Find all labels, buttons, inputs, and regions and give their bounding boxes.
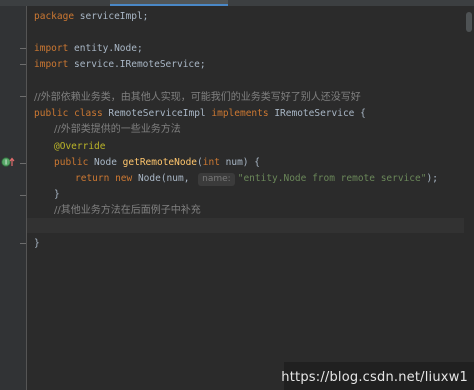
- code-text: num) {: [219, 157, 260, 168]
- vertical-scrollbar[interactable]: [466, 12, 472, 32]
- code-line-class-declaration: public class RemoteServiceImpl implement…: [34, 106, 366, 122]
- keyword: class: [74, 108, 103, 119]
- comment: //其他业务方法在后面例子中补充: [54, 205, 201, 216]
- keyword: public: [54, 157, 89, 168]
- keyword: return: [75, 173, 110, 184]
- interface-name: IRemoteService {: [274, 108, 366, 119]
- code-text: Node(num,: [132, 173, 196, 184]
- keyword: implements: [211, 108, 269, 119]
- vertical-scrollbar-track[interactable]: [464, 6, 474, 390]
- comment: //外部类提供的一些业务方法: [54, 124, 181, 135]
- keyword: import: [34, 59, 69, 70]
- code-line-import: import service.IRemoteService;: [34, 57, 206, 73]
- code-line-annotation: @Override: [54, 139, 105, 155]
- code-line-close-brace: }: [54, 187, 60, 203]
- class-name: RemoteServiceImpl: [108, 108, 206, 119]
- code-line-import: import entity.Node;: [34, 41, 143, 57]
- type-name: Node: [88, 157, 123, 168]
- annotation: @Override: [54, 141, 106, 152]
- code-line-close-brace: }: [34, 236, 40, 252]
- string-literal: "entity.Node from remote service": [237, 173, 427, 184]
- code-line-return: return new Node(num, name: "entity.Node f…: [75, 171, 438, 187]
- comment: //外部依赖业务类，由其他人实现，可能我们的业务类写好了别人还没写好: [34, 92, 361, 103]
- code-line-comment: //其他业务方法在后面例子中补充: [54, 203, 201, 219]
- code-text: serviceImpl;: [74, 11, 149, 22]
- code-line-method-declaration: public Node getRemoteNode(int num) {: [54, 155, 260, 171]
- code-text: service.IRemoteService;: [68, 59, 206, 70]
- code-text: entity.Node;: [68, 43, 143, 54]
- code-line-package: package serviceImpl;: [34, 9, 148, 25]
- brace: }: [34, 238, 40, 249]
- parameter-hint: name:: [198, 173, 235, 186]
- keyword: public: [34, 108, 69, 119]
- keyword: int: [202, 157, 220, 168]
- keyword: new: [115, 173, 133, 184]
- code-line-comment: //外部依赖业务类，由其他人实现，可能我们的业务类写好了别人还没写好: [34, 90, 361, 106]
- brace: }: [54, 189, 60, 200]
- method-name: getRemoteNode: [122, 157, 198, 168]
- keyword: import: [34, 43, 69, 54]
- watermark-text: https://blog.csdn.net/liuxw1: [281, 370, 468, 385]
- code-editor[interactable]: package serviceImpl; import entity.Node;…: [0, 0, 474, 390]
- code-text: );: [426, 173, 438, 184]
- code-line-comment: //外部类提供的一些业务方法: [54, 122, 181, 138]
- keyword: package: [34, 11, 75, 22]
